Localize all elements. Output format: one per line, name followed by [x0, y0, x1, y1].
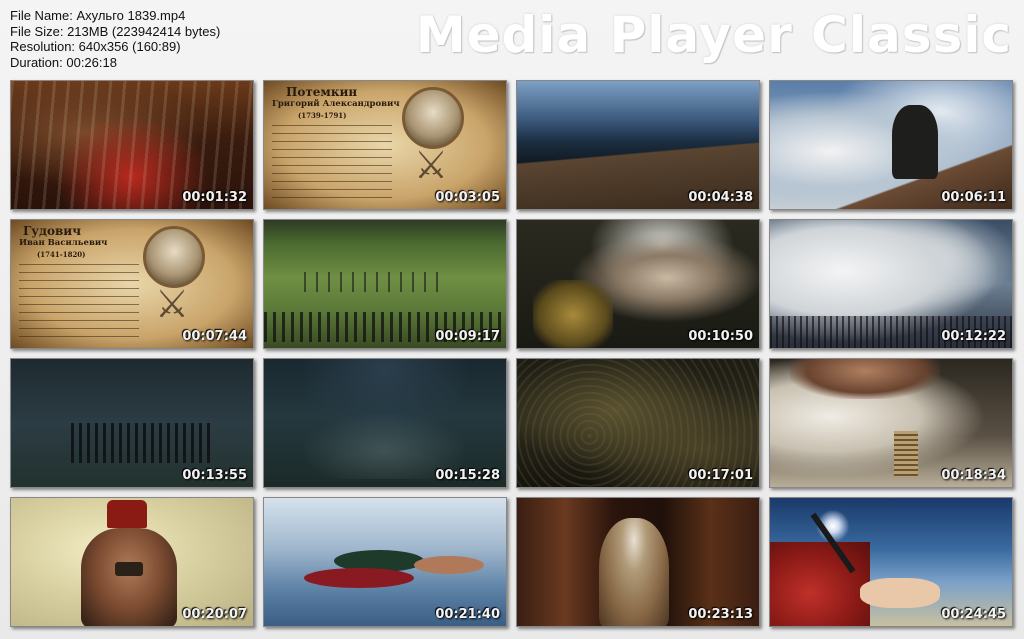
file-size: File Size: 213MB (223942414 bytes)	[10, 23, 221, 39]
timestamp: 00:10:50	[688, 329, 753, 344]
card-title: Гудович	[23, 224, 81, 238]
weapons-emblem-icon: ⚔	[414, 145, 449, 187]
portrait-image	[143, 226, 205, 288]
timestamp: 00:07:44	[182, 329, 247, 344]
timestamp: 00:03:05	[435, 190, 500, 205]
weapons-emblem-icon: ⚔	[155, 284, 190, 326]
thumbnail-grid: 00:01:32 Потемкин Григорий Александрович…	[10, 80, 1013, 627]
card-years: (1739-1791)	[298, 111, 347, 120]
file-name: File Name: Ахульго 1839.mp4	[10, 8, 186, 23]
brand-watermark: Media Player Classic	[415, 6, 1012, 64]
timestamp: 00:13:55	[182, 468, 247, 483]
timestamp: 00:17:01	[688, 468, 753, 483]
thumbnail[interactable]: Гудович Иван Васильевич (1741-1820) ⚔ 00…	[10, 219, 254, 349]
timestamp: 00:01:32	[182, 190, 247, 205]
thumbnail[interactable]: Потемкин Григорий Александрович (1739-17…	[263, 80, 507, 210]
card-name: Иван Васильевич	[19, 238, 108, 248]
thumbnail[interactable]: 00:09:17	[263, 219, 507, 349]
thumbnail[interactable]: 00:01:32	[10, 80, 254, 210]
timestamp: 00:23:13	[688, 607, 753, 622]
timestamp: 00:06:11	[941, 190, 1006, 205]
timestamp: 00:15:28	[435, 468, 500, 483]
timestamp: 00:24:45	[941, 607, 1006, 622]
thumbnail[interactable]: 00:15:28	[263, 358, 507, 488]
timestamp: 00:18:34	[941, 468, 1006, 483]
thumbnail[interactable]: 00:04:38	[516, 80, 760, 210]
timestamp: 00:04:38	[688, 190, 753, 205]
thumbnail[interactable]: 00:12:22	[769, 219, 1013, 349]
thumbnail[interactable]: 00:23:13	[516, 497, 760, 627]
card-years: (1741-1820)	[37, 250, 86, 259]
thumbnail[interactable]: 00:17:01	[516, 358, 760, 488]
thumbnail[interactable]: 00:21:40	[263, 497, 507, 627]
timestamp: 00:09:17	[435, 329, 500, 344]
thumbnail[interactable]: 00:20:07	[10, 497, 254, 627]
portrait-image	[402, 87, 464, 149]
resolution: Resolution: 640x356 (160:89)	[10, 39, 181, 54]
thumbnail[interactable]: 00:18:34	[769, 358, 1013, 488]
card-name: Григорий Александрович	[272, 99, 400, 109]
thumbnail[interactable]: 00:10:50	[516, 219, 760, 349]
card-title: Потемкин	[286, 85, 358, 99]
timestamp: 00:20:07	[182, 607, 247, 622]
file-info: File Name: Ахульго 1839.mp4 File Size: 2…	[10, 8, 220, 70]
timestamp: 00:12:22	[941, 329, 1006, 344]
thumbnail[interactable]: 00:13:55	[10, 358, 254, 488]
timestamp: 00:21:40	[435, 607, 500, 622]
thumbnail[interactable]: 00:06:11	[769, 80, 1013, 210]
thumbnail[interactable]: 00:24:45	[769, 497, 1013, 627]
duration: Duration: 00:26:18	[10, 54, 117, 70]
